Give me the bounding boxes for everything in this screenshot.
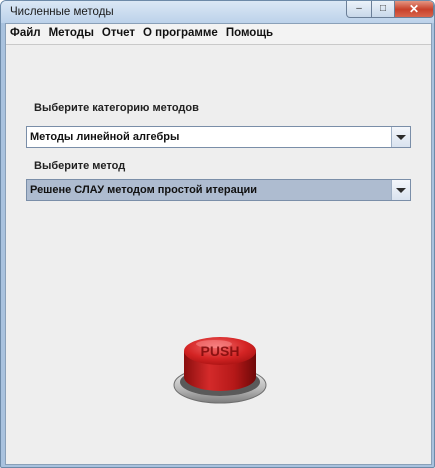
close-icon: ✕ [408,1,420,16]
maximize-icon: □ [379,3,387,14]
menu-bar: Файл Методы Отчет О программе Помощь [6,24,431,45]
method-dropdown-button[interactable] [391,180,410,200]
category-select-value: Методы линейной алгебры [30,131,180,143]
method-select-value: Решене СЛАУ методом простой итерации [30,184,257,196]
maximize-button[interactable]: □ [371,1,395,18]
menu-methods[interactable]: Методы [45,24,98,44]
close-button[interactable]: ✕ [394,1,434,18]
client-area: Файл Методы Отчет О программе Помощь Выб… [5,23,432,465]
category-dropdown-button[interactable] [391,127,410,147]
push-label: PUSH [201,343,240,359]
push-button[interactable]: PUSH [170,329,270,409]
category-select[interactable]: Методы линейной алгебры [26,126,411,148]
menu-file[interactable]: Файл [6,24,45,44]
menu-help[interactable]: Помощь [222,24,277,44]
chevron-down-icon [396,134,406,140]
method-label: Выберите метод [34,160,126,172]
menu-report[interactable]: Отчет [98,24,139,44]
app-window: Численные методы – □ ✕ Файл Методы Отчет… [0,0,435,468]
window-title: Численные методы [10,6,114,18]
minimize-icon: – [356,3,362,14]
chevron-down-icon [396,187,406,193]
method-select[interactable]: Решене СЛАУ методом простой итерации [26,179,411,201]
menu-about[interactable]: О программе [139,24,222,44]
title-bar: Численные методы – □ ✕ [1,1,434,23]
minimize-button[interactable]: – [346,1,372,18]
category-label: Выберите категорию методов [34,102,199,114]
